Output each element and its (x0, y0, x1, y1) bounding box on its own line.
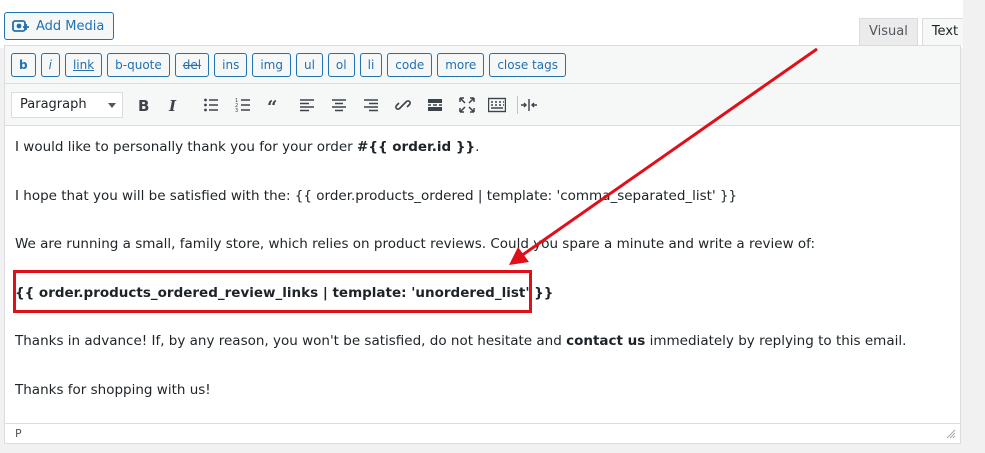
qt-close-tags-button[interactable]: close tags (489, 52, 566, 77)
fullscreen-icon[interactable] (454, 93, 480, 117)
chevron-down-icon (108, 103, 116, 108)
svg-text:“: “ (267, 97, 277, 113)
qt-ul-button[interactable]: ul (295, 52, 323, 77)
paragraph-6: Thanks for shopping with us! (15, 382, 211, 398)
qt-blockquote-button[interactable]: b-quote (107, 52, 170, 77)
qt-bold-button[interactable]: b (11, 52, 36, 77)
tab-visual[interactable]: Visual (859, 18, 918, 45)
qt-italic-button[interactable]: i (40, 52, 60, 77)
read-more-icon[interactable] (422, 93, 448, 117)
qt-ins-button[interactable]: ins (214, 52, 248, 77)
align-center-icon[interactable] (326, 93, 352, 117)
bold-icon[interactable]: B (130, 93, 156, 117)
contact-us-text: contact us (566, 333, 646, 349)
paragraph-4-review-links: {{ order.products_ordered_review_links |… (15, 285, 554, 301)
svg-text:B: B (138, 97, 149, 113)
element-path[interactable]: P (15, 427, 22, 440)
svg-text:3: 3 (235, 108, 238, 113)
blockquote-icon[interactable]: “ (262, 93, 288, 117)
editor-container: b i link b-quote del ins img ul ol li co… (4, 45, 961, 444)
align-left-icon[interactable] (294, 93, 320, 117)
qt-more-button[interactable]: more (437, 52, 485, 77)
paragraph-3: We are running a small, family store, wh… (15, 236, 815, 252)
formatting-toolbar: Paragraph B I 123 “ (5, 84, 960, 126)
qt-li-button[interactable]: li (359, 52, 383, 77)
paragraph-5-text: Thanks in advance! If, by any reason, yo… (15, 333, 567, 349)
paragraph-1-end: . (475, 139, 480, 155)
qt-link-button[interactable]: link (64, 52, 103, 77)
bulleted-list-icon[interactable] (198, 93, 224, 117)
numbered-list-icon[interactable]: 123 (230, 93, 256, 117)
format-select-value: Paragraph (20, 97, 87, 112)
media-camera-icon (12, 18, 30, 34)
paragraph-5-end: immediately by replying to this email. (645, 333, 907, 349)
qt-img-button[interactable]: img (252, 52, 291, 77)
svg-text:I: I (168, 97, 177, 113)
format-select[interactable]: Paragraph (11, 92, 123, 118)
italic-icon[interactable]: I (160, 93, 186, 117)
qt-ol-button[interactable]: ol (327, 52, 355, 77)
order-id-tag: #{{ order.id }} (357, 139, 476, 155)
toolbar-toggle-icon[interactable] (484, 93, 510, 117)
paragraph-1: I would like to personally thank you for… (15, 139, 479, 155)
align-right-icon[interactable] (358, 93, 384, 117)
add-media-label: Add Media (36, 18, 105, 34)
editor-header: Add Media Visual Text (0, 0, 985, 48)
page-scrollbar[interactable] (963, 0, 985, 453)
qt-del-button[interactable]: del (174, 52, 210, 77)
resize-handle-icon[interactable] (946, 429, 956, 439)
paragraph-5: Thanks in advance! If, by any reason, yo… (15, 333, 906, 349)
qt-code-button[interactable]: code (387, 52, 433, 77)
link-icon[interactable] (390, 93, 416, 117)
editor-tabs: Visual Text (859, 18, 972, 45)
tab-text[interactable]: Text (921, 18, 969, 45)
paragraph-1-text: I would like to personally thank you for… (15, 139, 358, 155)
status-bar: P (5, 423, 960, 443)
add-media-button[interactable]: Add Media (4, 12, 115, 40)
quicktags-toolbar: b i link b-quote del ins img ul ol li co… (5, 46, 960, 84)
paragraph-2: I hope that you will be satisfied with t… (15, 188, 738, 204)
page-break-icon[interactable] (516, 93, 542, 117)
